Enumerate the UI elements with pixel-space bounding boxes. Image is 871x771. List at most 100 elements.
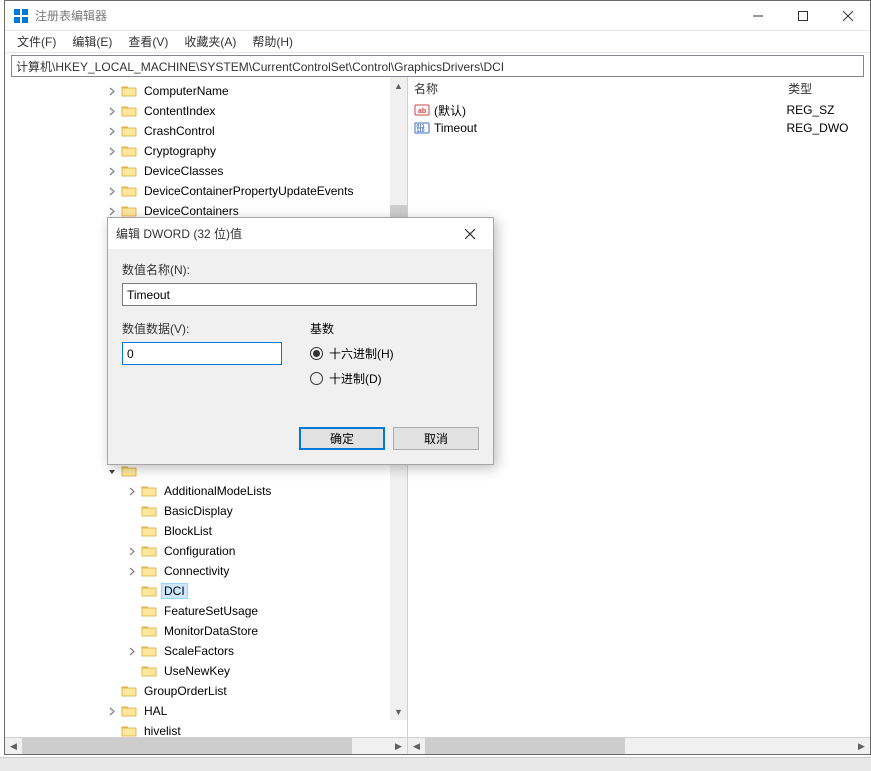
column-header-name[interactable]: 名称 bbox=[408, 77, 782, 101]
tree-item[interactable]: DCI bbox=[5, 581, 407, 601]
tree-item-label: ScaleFactors bbox=[161, 643, 237, 659]
tree-item-label: DeviceContainerPropertyUpdateEvents bbox=[141, 183, 356, 199]
value-data-input[interactable] bbox=[122, 342, 282, 365]
dialog-close-button[interactable] bbox=[455, 220, 485, 248]
column-header-type[interactable]: 类型 bbox=[782, 77, 870, 101]
scroll-right-button[interactable]: ▶ bbox=[853, 738, 870, 755]
svg-text:110: 110 bbox=[417, 128, 425, 134]
menu-file[interactable]: 文件(F) bbox=[9, 31, 64, 52]
dialog-title: 编辑 DWORD (32 位)值 bbox=[116, 225, 455, 242]
folder-icon bbox=[121, 703, 137, 719]
radio-hex-label: 十六进制(H) bbox=[329, 345, 394, 362]
scroll-left-button[interactable]: ◀ bbox=[5, 738, 22, 755]
tree-item-label: HAL bbox=[141, 703, 170, 719]
expand-icon[interactable] bbox=[105, 84, 119, 98]
tree-item[interactable]: DeviceContainerPropertyUpdateEvents bbox=[5, 181, 407, 201]
tree-item[interactable]: HAL bbox=[5, 701, 407, 721]
tree-item[interactable]: Connectivity bbox=[5, 561, 407, 581]
tree-item[interactable]: ScaleFactors bbox=[5, 641, 407, 661]
value-type: REG_DWO bbox=[783, 121, 871, 135]
expand-icon[interactable] bbox=[125, 484, 139, 498]
tree-item[interactable]: CrashControl bbox=[5, 121, 407, 141]
value-name-input[interactable] bbox=[122, 283, 477, 306]
folder-icon bbox=[121, 123, 137, 139]
tree-item-label: Configuration bbox=[161, 543, 238, 559]
tree-item-label: ContentIndex bbox=[141, 103, 218, 119]
expand-icon[interactable] bbox=[105, 104, 119, 118]
tree-item[interactable]: ComputerName bbox=[5, 81, 407, 101]
folder-icon bbox=[141, 483, 157, 499]
menu-view[interactable]: 查看(V) bbox=[120, 31, 176, 52]
tree-item-label: MonitorDataStore bbox=[161, 623, 261, 639]
titlebar[interactable]: 注册表编辑器 bbox=[5, 1, 870, 31]
close-button[interactable] bbox=[825, 1, 870, 30]
menu-favorites[interactable]: 收藏夹(A) bbox=[176, 31, 244, 52]
cancel-button[interactable]: 取消 bbox=[393, 427, 479, 450]
tree-item[interactable]: MonitorDataStore bbox=[5, 621, 407, 641]
value-name-label: 数值名称(N): bbox=[122, 261, 479, 278]
binary-value-icon: 011110 bbox=[414, 120, 430, 136]
radio-dec-label: 十进制(D) bbox=[329, 370, 382, 387]
folder-icon bbox=[141, 563, 157, 579]
tree-item[interactable]: BasicDisplay bbox=[5, 501, 407, 521]
tree-item[interactable]: AdditionalModeLists bbox=[5, 481, 407, 501]
list-horizontal-scrollbar[interactable]: ◀ ▶ bbox=[408, 737, 870, 754]
scroll-up-button[interactable]: ▲ bbox=[390, 77, 407, 94]
menubar: 文件(F) 编辑(E) 查看(V) 收藏夹(A) 帮助(H) bbox=[5, 31, 870, 53]
tree-item[interactable]: GroupOrderList bbox=[5, 681, 407, 701]
tree-item-label: FeatureSetUsage bbox=[161, 603, 261, 619]
minimize-button[interactable] bbox=[735, 1, 780, 30]
radio-dec[interactable]: 十进制(D) bbox=[310, 370, 479, 387]
scroll-thumb[interactable] bbox=[22, 738, 352, 755]
scroll-thumb[interactable] bbox=[425, 738, 625, 755]
tree-item-label: AdditionalModeLists bbox=[161, 483, 274, 499]
tree-item[interactable]: hivelist bbox=[5, 721, 407, 737]
expand-icon[interactable] bbox=[105, 144, 119, 158]
scroll-right-button[interactable]: ▶ bbox=[390, 738, 407, 755]
tree-item-label: ComputerName bbox=[141, 83, 232, 99]
tree-item-label: UseNewKey bbox=[161, 663, 233, 679]
scroll-left-button[interactable]: ◀ bbox=[408, 738, 425, 755]
expand-icon[interactable] bbox=[125, 544, 139, 558]
svg-text:ab: ab bbox=[418, 108, 426, 115]
tree-item[interactable]: FeatureSetUsage bbox=[5, 601, 407, 621]
menu-help[interactable]: 帮助(H) bbox=[244, 31, 301, 52]
tree-item-label: BlockList bbox=[161, 523, 215, 539]
menu-edit[interactable]: 编辑(E) bbox=[64, 31, 120, 52]
tree-item[interactable]: DeviceClasses bbox=[5, 161, 407, 181]
expand-icon[interactable] bbox=[105, 704, 119, 718]
expand-icon[interactable] bbox=[105, 124, 119, 138]
tree-item-label: GroupOrderList bbox=[141, 683, 230, 699]
window-title: 注册表编辑器 bbox=[35, 7, 735, 24]
dialog-titlebar[interactable]: 编辑 DWORD (32 位)值 bbox=[108, 218, 493, 249]
tree-item-label: DeviceClasses bbox=[141, 163, 226, 179]
scroll-down-button[interactable]: ▼ bbox=[390, 703, 407, 720]
folder-icon bbox=[141, 503, 157, 519]
tree-item[interactable]: UseNewKey bbox=[5, 661, 407, 681]
maximize-button[interactable] bbox=[780, 1, 825, 30]
tree-horizontal-scrollbar[interactable]: ◀ ▶ bbox=[5, 737, 407, 754]
tree-item[interactable]: BlockList bbox=[5, 521, 407, 541]
tree-item[interactable]: Cryptography bbox=[5, 141, 407, 161]
tree-item-label bbox=[141, 470, 147, 472]
expand-icon[interactable] bbox=[105, 204, 119, 218]
expand-icon[interactable] bbox=[125, 644, 139, 658]
tree-item-label: hivelist bbox=[141, 723, 184, 737]
list-row[interactable]: 011110TimeoutREG_DWO bbox=[408, 119, 870, 137]
expand-icon[interactable] bbox=[105, 184, 119, 198]
value-data-label: 数值数据(V): bbox=[122, 320, 282, 337]
ok-button[interactable]: 确定 bbox=[299, 427, 385, 450]
folder-icon bbox=[141, 663, 157, 679]
collapse-icon[interactable] bbox=[105, 464, 119, 478]
expand-icon[interactable] bbox=[125, 564, 139, 578]
folder-icon bbox=[121, 143, 137, 159]
tree-item[interactable]: ContentIndex bbox=[5, 101, 407, 121]
tree-item[interactable]: Configuration bbox=[5, 541, 407, 561]
address-bar[interactable]: 计算机\HKEY_LOCAL_MACHINE\SYSTEM\CurrentCon… bbox=[11, 55, 864, 77]
list-row[interactable]: ab(默认)REG_SZ bbox=[408, 101, 870, 119]
expand-icon[interactable] bbox=[105, 164, 119, 178]
edit-dword-dialog: 编辑 DWORD (32 位)值 数值名称(N): 数值数据(V): 基数 十六… bbox=[107, 217, 494, 465]
folder-icon bbox=[121, 463, 137, 479]
radio-hex[interactable]: 十六进制(H) bbox=[310, 345, 479, 362]
folder-icon bbox=[141, 523, 157, 539]
